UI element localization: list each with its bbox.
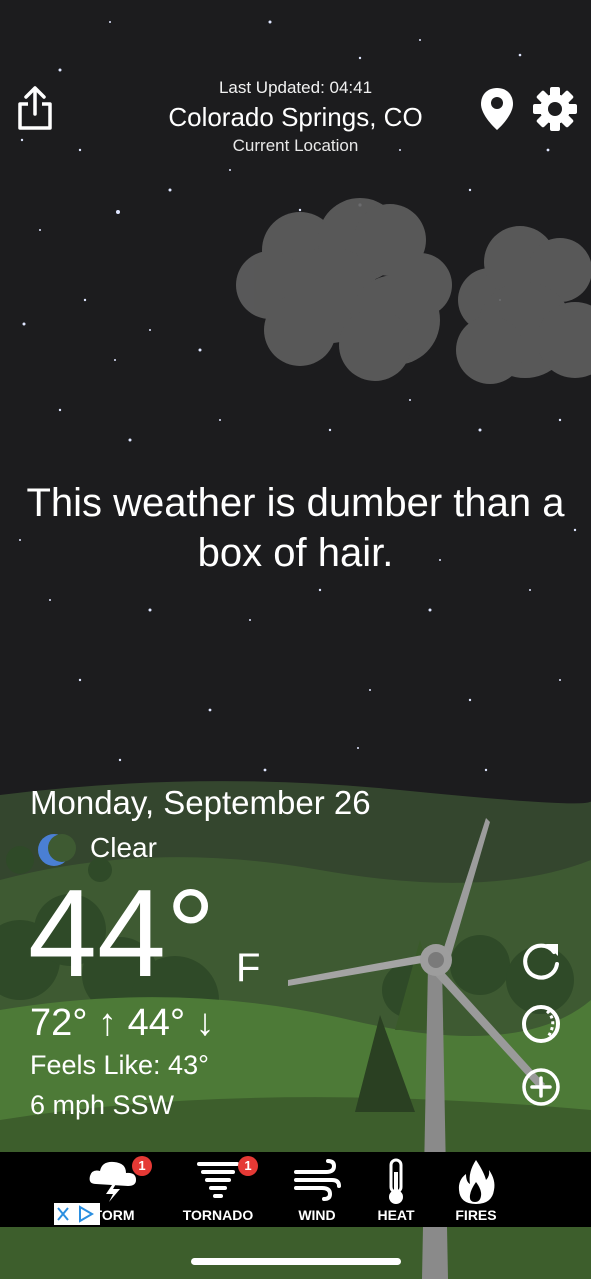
add-icon (522, 1068, 560, 1106)
storm-badge: 1 (132, 1156, 152, 1176)
tab-wind[interactable]: WIND (284, 1152, 350, 1227)
current-location-label: Current Location (232, 136, 359, 155)
moon-icon (36, 830, 76, 870)
refresh-icon (523, 943, 559, 980)
wind-icon (294, 1159, 341, 1201)
share-button[interactable] (14, 84, 56, 132)
home-indicator[interactable] (191, 1258, 401, 1265)
share-icon (18, 86, 52, 130)
date-label: Monday, September 26 (30, 784, 371, 821)
current-temperature: 44° (28, 865, 216, 1003)
ad-choices-badge[interactable] (54, 1203, 100, 1225)
tab-label: FIRES (455, 1207, 497, 1223)
high-low-temperature: 72° ↑ 44° ↓ (30, 1002, 215, 1044)
snarky-phrase[interactable]: This weather is dumber than a box of hai… (20, 478, 571, 578)
ad-close-icon (57, 1205, 94, 1223)
tornado-badge: 1 (238, 1156, 258, 1176)
tab-tornado[interactable]: 1 TORNADO (172, 1152, 264, 1227)
tab-fires[interactable]: FIRES (444, 1152, 508, 1227)
tornado-icon (197, 1162, 239, 1198)
condition-label: Clear (90, 832, 157, 863)
settings-button[interactable] (532, 86, 578, 132)
add-location-button[interactable] (518, 1064, 564, 1110)
tab-heat[interactable]: HEAT (366, 1152, 426, 1227)
location-pin-icon (481, 88, 513, 130)
thermometer-icon (389, 1158, 403, 1204)
wind-speed: 6 mph SSW (30, 1090, 175, 1120)
city-name[interactable]: Colorado Springs, CO (100, 102, 491, 133)
radar-icon (522, 1005, 560, 1043)
gear-icon (533, 87, 577, 131)
last-updated-text: Last Updated: 04:41 (218, 78, 373, 97)
temperature-unit[interactable]: F (236, 946, 260, 991)
refresh-button[interactable] (518, 938, 564, 984)
weather-background (0, 0, 591, 1279)
tab-label: WIND (298, 1207, 336, 1223)
radar-button[interactable] (518, 1001, 564, 1047)
feels-like-temperature: Feels Like: 43° (30, 1050, 209, 1080)
fire-icon (458, 1160, 495, 1204)
tab-label: TORNADO (182, 1207, 254, 1223)
location-button[interactable] (478, 86, 516, 132)
tab-label: HEAT (377, 1207, 415, 1223)
